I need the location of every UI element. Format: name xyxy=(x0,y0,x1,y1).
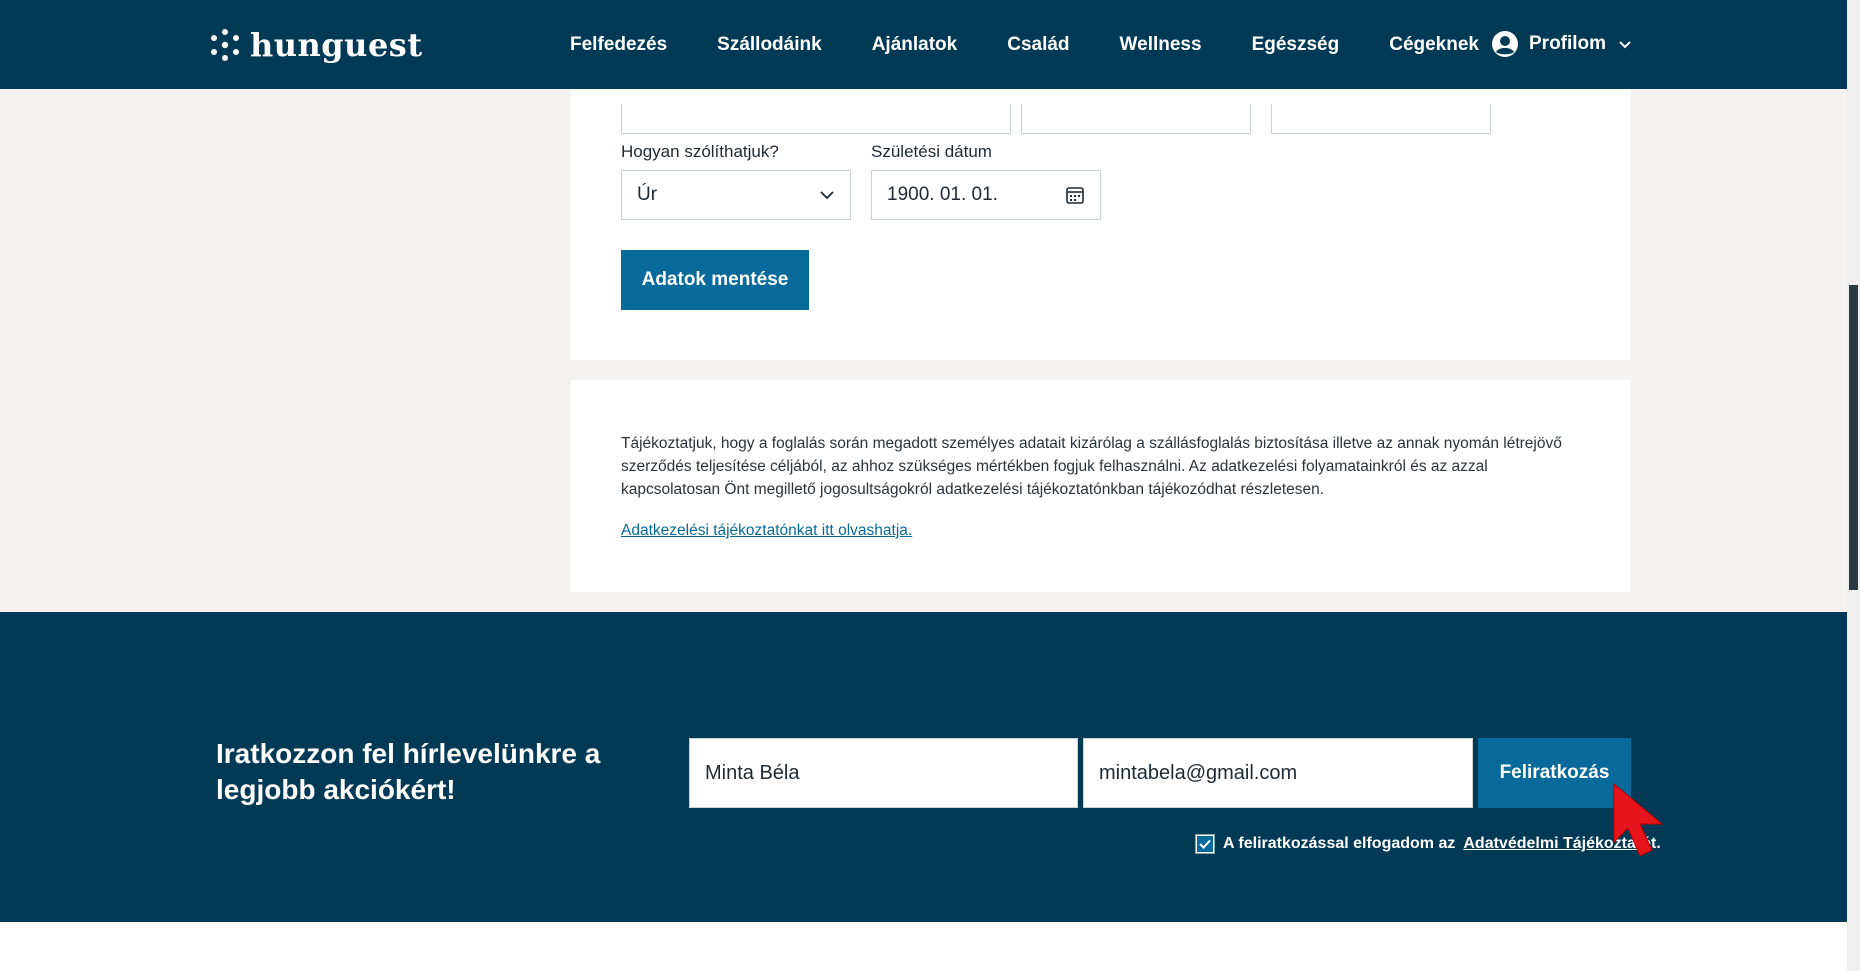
privacy-info-text: Tájékoztatjuk, hogy a foglalás során meg… xyxy=(621,435,1562,498)
checkmark-icon xyxy=(1197,836,1213,852)
birthdate-label: Születési dátum xyxy=(871,142,992,161)
page: hunguest Felfedezés Szállodáink Ajánlato… xyxy=(0,0,1860,971)
subscribe-button[interactable]: Feliratkozás xyxy=(1478,738,1631,808)
nav-item-egeszseg[interactable]: Egészség xyxy=(1252,34,1340,56)
profile-form-card: Hogyan szólíthatjuk? Születési dátum Úr … xyxy=(571,60,1631,360)
nav-item-felfedezes[interactable]: Felfedezés xyxy=(570,34,667,56)
footer-strip xyxy=(0,922,1847,971)
salutation-label: Hogyan szólíthatjuk? xyxy=(621,142,779,161)
nav-item-cegeknek[interactable]: Cégeknek xyxy=(1389,34,1479,56)
salutation-select[interactable]: Úr xyxy=(621,170,851,220)
partial-input-field[interactable] xyxy=(1271,104,1491,134)
calendar-icon[interactable] xyxy=(1065,185,1085,205)
profile-label: Profilom xyxy=(1529,33,1607,54)
newsletter-title: Iratkozzon fel hírlevelünkre a legjobb a… xyxy=(216,738,601,805)
birthdate-value: 1900. 01. 01. xyxy=(887,184,998,205)
nav-item-wellness[interactable]: Wellness xyxy=(1120,34,1202,56)
newsletter-section: Iratkozzon fel hírlevelünkre a legjobb a… xyxy=(0,612,1847,922)
logo-text: hunguest xyxy=(250,26,423,64)
profile-menu[interactable]: Profilom xyxy=(1491,30,1632,58)
newsletter-email-input[interactable]: mintabela@gmail.com xyxy=(1083,738,1473,808)
privacy-policy-link[interactable]: Adatkezelési tájékoztatónkat itt olvasha… xyxy=(621,522,912,540)
chevron-down-icon xyxy=(820,191,834,200)
mouse-pointer-icon xyxy=(1613,782,1664,857)
chevron-down-icon xyxy=(1619,41,1631,49)
main-nav: Felfedezés Szállodáink Ajánlatok Család … xyxy=(570,34,1529,56)
hunguest-logo[interactable]: hunguest xyxy=(210,26,423,64)
nav-item-csalad[interactable]: Család xyxy=(1007,34,1069,56)
newsletter-consent: A feliratkozással elfogadom az Adatvédel… xyxy=(1195,834,1661,854)
save-data-button[interactable]: Adatok mentése xyxy=(621,250,809,310)
nav-item-szallodaink[interactable]: Szállodáink xyxy=(717,34,822,56)
user-icon xyxy=(1492,31,1518,57)
top-header: hunguest Felfedezés Szállodáink Ajánlato… xyxy=(0,0,1847,89)
consent-text: A feliratkozással elfogadom az xyxy=(1223,835,1456,852)
partial-input-field[interactable] xyxy=(621,104,1011,134)
birthdate-input[interactable]: 1900. 01. 01. xyxy=(871,170,1101,220)
newsletter-name-input[interactable]: Minta Béla xyxy=(689,738,1078,808)
logo-mark-icon xyxy=(211,29,239,61)
newsletter-email-value: mintabela@gmail.com xyxy=(1099,761,1298,784)
nav-item-ajanlatok[interactable]: Ajánlatok xyxy=(872,34,958,56)
newsletter-name-value: Minta Béla xyxy=(705,761,800,784)
salutation-value: Úr xyxy=(637,184,658,205)
partial-input-field[interactable] xyxy=(1021,104,1251,134)
privacy-info-card: Tájékoztatjuk, hogy a foglalás során meg… xyxy=(571,380,1631,592)
consent-checkbox[interactable] xyxy=(1195,834,1215,854)
scrollbar-thumb[interactable] xyxy=(1849,285,1858,590)
